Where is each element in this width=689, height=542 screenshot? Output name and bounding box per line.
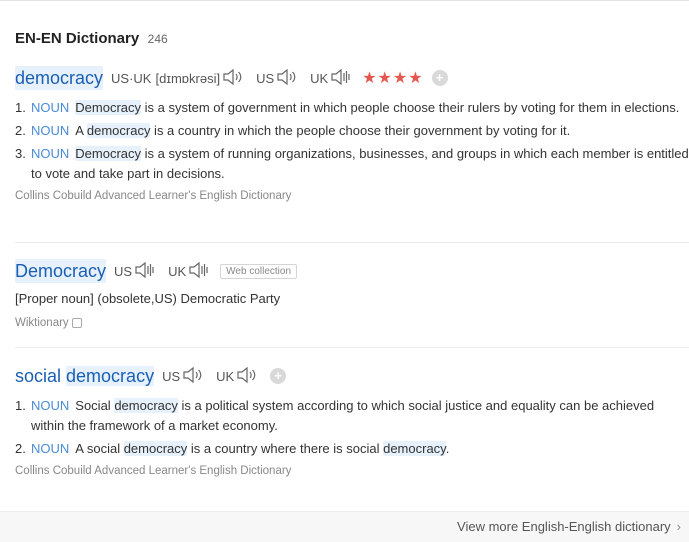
- source-label: Collins Cobuild Advanced Learner's Engli…: [15, 190, 292, 202]
- part-of-speech: NOUN: [31, 441, 70, 456]
- definition-item: 2. NOUN A democracy is a country in which …: [15, 121, 689, 141]
- definition-item: 3. NOUN Democracy is a system of running o…: [15, 144, 689, 184]
- speaker-icon[interactable]: [276, 68, 298, 89]
- web-collection-badge[interactable]: Web collection: [220, 263, 298, 279]
- def-text: is a system of government in which peopl…: [141, 100, 680, 115]
- copy-icon[interactable]: [71, 317, 82, 328]
- keyword-highlight: democracy: [383, 441, 446, 456]
- entry-head: social democracy US UK +: [15, 364, 689, 388]
- pron-label: UK: [310, 70, 329, 86]
- divider: [15, 347, 689, 348]
- def-text: .: [445, 441, 450, 456]
- add-icon[interactable]: +: [431, 70, 448, 86]
- def-text: A social: [75, 441, 124, 456]
- source-name: Wiktionary: [15, 317, 69, 329]
- section-header: EN-EN Dictionary 246: [15, 30, 168, 48]
- definition-list: 1. NOUN Social democracy is a political sy…: [15, 396, 689, 459]
- speaker-icon[interactable]: [188, 261, 210, 282]
- definition-item: 2. NOUN A social democracy is a country wh…: [15, 439, 689, 459]
- keyword-highlight: democracy: [114, 398, 178, 413]
- pronunciation-us: US: [114, 261, 160, 282]
- def-number: 2.: [15, 441, 26, 456]
- keyword-highlight: Democracy: [75, 146, 142, 161]
- pronunciation-us: US: [256, 68, 302, 89]
- def-text: is a country in which the people choose …: [150, 123, 571, 138]
- pron-label: UK: [168, 263, 187, 279]
- view-more-label: View more English-English dictionary: [457, 519, 671, 534]
- section-title: EN-EN Dictionary: [15, 30, 140, 47]
- speaker-icon[interactable]: [330, 68, 352, 89]
- speaker-icon[interactable]: [182, 366, 204, 387]
- def-number: 1.: [15, 398, 26, 413]
- pron-label: US: [256, 70, 275, 86]
- chevron-right-icon: ›: [676, 519, 681, 534]
- speaker-icon[interactable]: [236, 366, 258, 387]
- footer-bar: View more English-English dictionary ›: [0, 511, 689, 542]
- def-text: A: [75, 123, 87, 138]
- result-count: 246: [147, 32, 168, 46]
- pron-label: US·UK: [111, 70, 152, 86]
- source-label: Wiktionary: [15, 317, 689, 329]
- frequency-stars: ★★★★: [362, 70, 424, 87]
- pron-label: US: [162, 368, 181, 384]
- keyword-highlight: democracy: [66, 366, 155, 386]
- pronunciation-usuk: US·UK [dɪmɒkrəsi]: [111, 68, 248, 89]
- entry-social-democracy: social democracy US UK + 1. NOUN Social de…: [15, 364, 689, 477]
- pron-label: US: [114, 263, 133, 279]
- entry-democracy: democracy US·UK [dɪmɒkrəsi] US UK ★★★★ +…: [15, 66, 689, 202]
- top-border: [0, 0, 689, 1]
- pronunciation-uk: UK: [310, 68, 356, 89]
- part-of-speech: NOUN: [31, 398, 70, 413]
- pron-label: UK: [216, 368, 235, 384]
- ipa: [dɪmɒkrəsi]: [155, 70, 221, 86]
- definition-item: 1. NOUN Democracy is a system of governmen…: [15, 98, 689, 118]
- headword[interactable]: democracy: [15, 66, 104, 90]
- def-number: 2.: [15, 123, 26, 138]
- entry-democracy-proper: Democracy US UK Web collection [Proper n…: [15, 259, 689, 329]
- keyword-highlight: Democracy: [75, 100, 142, 115]
- headword[interactable]: Democracy: [15, 259, 107, 283]
- part-of-speech: NOUN: [31, 100, 70, 115]
- definition-item: 1. NOUN Social democracy is a political sy…: [15, 396, 689, 436]
- definition-text: [Proper noun] (obsolete,US) Democratic P…: [15, 291, 281, 306]
- definition-list: 1. NOUN Democracy is a system of governmen…: [15, 98, 689, 184]
- add-icon[interactable]: +: [270, 368, 287, 384]
- speaker-icon[interactable]: [222, 68, 244, 89]
- source-label: Collins Cobuild Advanced Learner's Engli…: [15, 465, 292, 477]
- pronunciation-us: US: [162, 366, 208, 387]
- def-number: 1.: [15, 100, 26, 115]
- view-more-link[interactable]: View more English-English dictionary ›: [457, 519, 681, 534]
- headword-part: social: [15, 366, 67, 386]
- part-of-speech: NOUN: [31, 146, 70, 161]
- entry-head: democracy US·UK [dɪmɒkrəsi] US UK ★★★★ +: [15, 66, 689, 90]
- keyword-highlight: democracy: [123, 441, 188, 456]
- pronunciation-uk: UK: [216, 366, 262, 387]
- pronunciation-uk: UK: [168, 261, 214, 282]
- part-of-speech: NOUN: [31, 123, 70, 138]
- divider: [15, 242, 689, 243]
- entry-head: Democracy US UK Web collection: [15, 259, 689, 283]
- headword[interactable]: social democracy: [15, 364, 155, 388]
- keyword-highlight: democracy: [86, 123, 151, 138]
- speaker-icon[interactable]: [134, 261, 156, 282]
- def-text: Social: [75, 398, 115, 413]
- def-text: is a country where there is social: [187, 441, 384, 456]
- def-number: 3.: [15, 146, 26, 161]
